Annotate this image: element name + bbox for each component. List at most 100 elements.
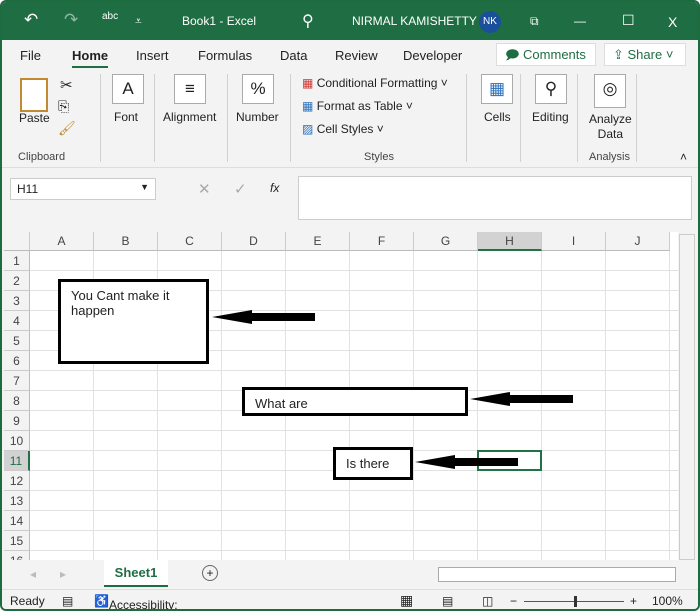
conditional-formatting-button[interactable]: ▦ Conditional Formatting ˅	[302, 76, 448, 90]
paste-icon[interactable]	[20, 78, 48, 112]
customize-qat-button[interactable]: ⩡	[135, 14, 142, 29]
spelling-button[interactable]: abc	[102, 11, 118, 22]
macro-record-icon[interactable]: ▤	[62, 594, 73, 608]
row-header-16[interactable]: 16	[4, 551, 30, 560]
column-header-H[interactable]: H	[478, 232, 542, 251]
sheet-tab-sheet1[interactable]: Sheet1	[104, 560, 168, 587]
formula-input[interactable]	[298, 176, 692, 220]
search-icon[interactable]: ⚲	[302, 11, 314, 31]
collapse-ribbon-button[interactable]: ˄	[680, 150, 687, 164]
column-header-G[interactable]: G	[414, 232, 478, 251]
paste-button[interactable]: Paste	[19, 111, 50, 125]
copy-icon[interactable]: ⎘	[58, 98, 69, 115]
tab-insert[interactable]: Insert	[136, 48, 169, 63]
column-header-I[interactable]: I	[542, 232, 606, 251]
column-header-D[interactable]: D	[222, 232, 286, 251]
percent-icon[interactable]: %	[242, 74, 274, 104]
ribbon-display-button[interactable]: ⧉	[530, 14, 539, 29]
text-box[interactable]: Is there	[333, 447, 413, 480]
text-box[interactable]: What are	[242, 387, 468, 416]
row-header-5[interactable]: 5	[4, 331, 30, 351]
row-header-12[interactable]: 12	[4, 471, 30, 491]
format-as-table-button[interactable]: ▦ Format as Table ˅	[302, 99, 413, 113]
zoom-level[interactable]: 100%	[652, 594, 683, 608]
arrow-shape[interactable]	[415, 455, 519, 469]
row-header-1[interactable]: 1	[4, 251, 30, 271]
column-header-J[interactable]: J	[606, 232, 670, 251]
minimize-button[interactable]: —	[574, 14, 586, 28]
row-header-14[interactable]: 14	[4, 511, 30, 531]
select-all-button[interactable]	[4, 232, 30, 251]
tab-home[interactable]: Home	[72, 48, 109, 69]
arrow-shape[interactable]	[212, 310, 316, 324]
insert-function-button[interactable]: fx	[270, 181, 279, 195]
cells-icon[interactable]: ▦	[481, 74, 513, 104]
zoom-slider[interactable]	[524, 596, 624, 607]
column-header-F[interactable]: F	[350, 232, 414, 251]
analyze-data-icon[interactable]: ◎	[594, 74, 626, 108]
share-button[interactable]: ⇪ Share ˅	[604, 43, 686, 66]
cut-icon[interactable]: ✂	[60, 76, 73, 94]
row-header-11[interactable]: 11	[4, 451, 30, 471]
horizontal-scrollbar[interactable]	[438, 567, 676, 582]
number-button[interactable]: Number	[236, 110, 279, 124]
zoom-in-button[interactable]: +	[630, 594, 637, 608]
cells-button[interactable]: Cells	[484, 110, 511, 124]
divider	[466, 74, 467, 162]
row-header-10[interactable]: 10	[4, 431, 30, 451]
row-header-9[interactable]: 9	[4, 411, 30, 431]
row-header-15[interactable]: 15	[4, 531, 30, 551]
tab-file[interactable]: File	[20, 48, 41, 63]
tab-formulas[interactable]: Formulas	[198, 48, 252, 63]
tab-developer[interactable]: Developer	[403, 48, 462, 63]
avatar[interactable]: NK	[479, 11, 501, 33]
alignment-button[interactable]: Alignment	[163, 110, 216, 124]
tab-data[interactable]: Data	[280, 48, 307, 63]
analyze-data-button[interactable]: Analyze Data	[589, 112, 632, 142]
redo-button[interactable]: ↷	[64, 10, 78, 30]
group-analysis: Analysis	[589, 151, 630, 163]
column-header-B[interactable]: B	[94, 232, 158, 251]
cell-styles-button[interactable]: ▨ Cell Styles ˅	[302, 122, 384, 136]
accessibility-button[interactable]: ♿ Accessibility: Good to go	[94, 594, 178, 609]
text-box[interactable]: You Cant make it happen	[58, 279, 209, 364]
row-header-8[interactable]: 8	[4, 391, 30, 411]
row-header-2[interactable]: 2	[4, 271, 30, 291]
row-header-4[interactable]: 4	[4, 311, 30, 331]
ribbon: Paste ✂ ⎘ 🖌 Clipboard A Font ≡ Alignment…	[2, 68, 698, 168]
normal-view-button[interactable]: ▦	[400, 592, 413, 609]
row-header-3[interactable]: 3	[4, 291, 30, 311]
row-header-7[interactable]: 7	[4, 371, 30, 391]
undo-button[interactable]: ↶	[24, 10, 38, 30]
column-header-E[interactable]: E	[286, 232, 350, 251]
alignment-icon[interactable]: ≡	[174, 74, 206, 104]
close-button[interactable]: X	[668, 14, 677, 30]
maximize-button[interactable]: ☐	[622, 12, 635, 29]
page-break-view-button[interactable]: ◫	[482, 594, 493, 608]
gridline	[30, 270, 678, 271]
page-layout-view-button[interactable]: ▤	[442, 594, 453, 608]
next-sheet-button[interactable]: ▸	[60, 567, 66, 581]
user-name[interactable]: NIRMAL KAMISHETTY	[352, 14, 477, 28]
tab-review[interactable]: Review	[335, 48, 378, 63]
column-header-A[interactable]: A	[30, 232, 94, 251]
zoom-slider-thumb[interactable]	[574, 596, 577, 607]
search-icon[interactable]: ⚲	[535, 74, 567, 104]
comments-button[interactable]: 🗩 Comments	[496, 43, 596, 66]
zoom-out-button[interactable]: −	[510, 594, 517, 608]
editing-button[interactable]: Editing	[532, 110, 569, 124]
row-header-6[interactable]: 6	[4, 351, 30, 371]
column-header-C[interactable]: C	[158, 232, 222, 251]
enter-icon[interactable]: ✓	[234, 180, 247, 198]
worksheet-grid[interactable]: ABCDEFGHIJ12345678910111213141516You Can…	[4, 232, 678, 560]
cancel-icon[interactable]: ✕	[198, 180, 211, 198]
prev-sheet-button[interactable]: ◂	[30, 567, 36, 581]
name-box[interactable]: H11 ▼	[10, 178, 156, 200]
vertical-scrollbar[interactable]	[679, 234, 695, 560]
row-header-13[interactable]: 13	[4, 491, 30, 511]
font-button[interactable]: Font	[114, 110, 138, 124]
new-sheet-button[interactable]: +	[202, 565, 218, 581]
format-painter-icon[interactable]: 🖌	[58, 120, 76, 137]
arrow-shape[interactable]	[470, 392, 574, 406]
font-icon[interactable]: A	[112, 74, 144, 104]
